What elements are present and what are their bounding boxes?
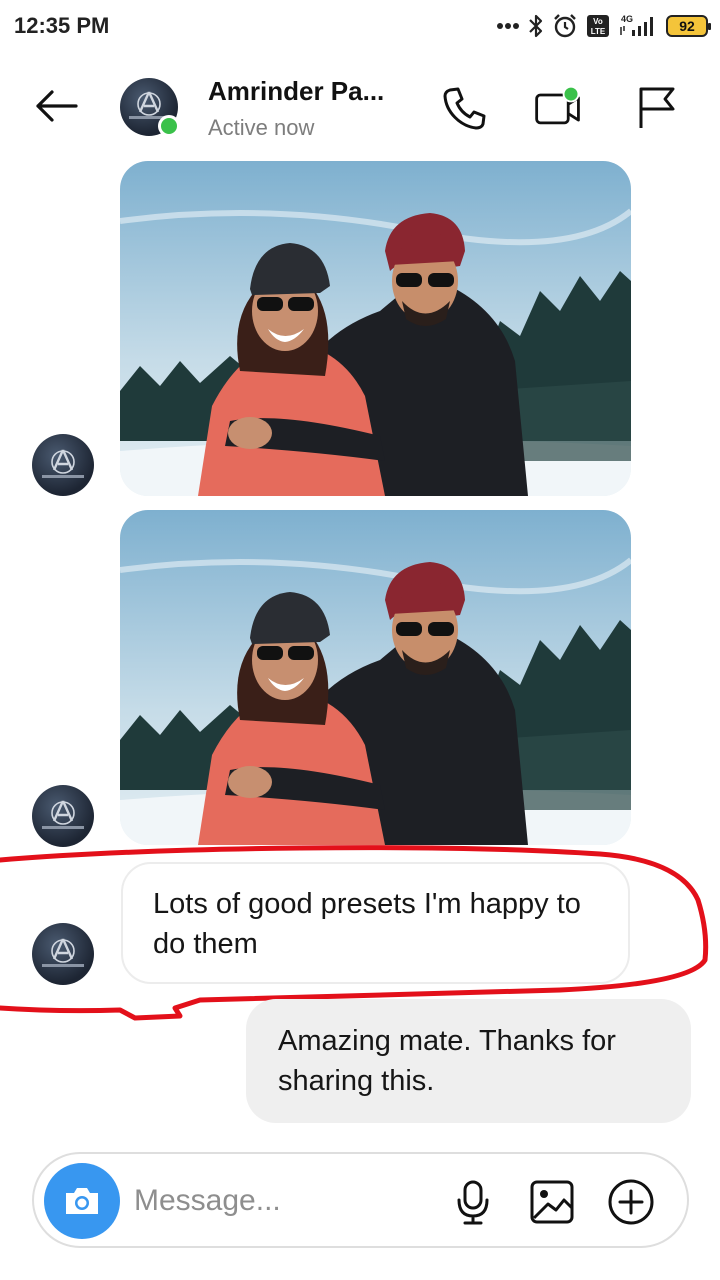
svg-text:4G: 4G: [621, 14, 633, 24]
camera-icon: [66, 1188, 98, 1214]
incoming-message[interactable]: Lots of good presets I'm happy to do the…: [121, 862, 630, 984]
phone-icon: [443, 87, 486, 130]
video-camera-icon: [535, 85, 580, 125]
status-time: 12:35 PM: [14, 13, 110, 38]
gallery-button[interactable]: [526, 1176, 578, 1228]
sender-avatar[interactable]: [32, 785, 94, 847]
alarm-icon: [552, 13, 578, 39]
battery-indicator: 92: [666, 15, 711, 37]
message-input[interactable]: [134, 1178, 434, 1224]
more-options-button[interactable]: [605, 1176, 657, 1228]
signal-4g-icon: 4G: [618, 13, 658, 39]
message-composer: [32, 1152, 689, 1248]
photo-message[interactable]: [120, 510, 631, 845]
sender-avatar[interactable]: [32, 923, 94, 985]
svg-text:Vo: Vo: [593, 17, 603, 26]
sender-avatar[interactable]: [32, 434, 94, 496]
contact-name[interactable]: Amrinder Pa...: [208, 76, 384, 107]
online-indicator: [158, 115, 180, 137]
flag-icon: [639, 87, 675, 128]
back-button[interactable]: [28, 84, 84, 128]
camera-button[interactable]: [44, 1163, 120, 1239]
back-arrow-icon: [36, 90, 78, 122]
more-dots-icon: [496, 22, 520, 30]
svg-text:LTE: LTE: [591, 27, 606, 36]
contact-status: Active now: [208, 115, 315, 140]
status-icons: Vo LTE 4G 92: [496, 10, 711, 42]
photo-message[interactable]: [120, 161, 631, 496]
report-button[interactable]: [630, 82, 682, 134]
gallery-icon: [530, 1180, 574, 1224]
add-icon: [608, 1179, 654, 1225]
bluetooth-icon: [528, 13, 544, 39]
status-bar: 12:35 PM Vo LTE 4G 92: [0, 0, 720, 52]
audio-call-button[interactable]: [438, 82, 490, 134]
voice-message-button[interactable]: [447, 1176, 499, 1228]
outgoing-message[interactable]: Amazing mate. Thanks for sharing this.: [246, 999, 691, 1123]
chat-header: Amrinder Pa... Active now: [0, 52, 720, 160]
microphone-icon: [457, 1180, 489, 1225]
video-call-button[interactable]: [532, 82, 584, 134]
volte-icon: Vo LTE: [586, 14, 610, 38]
